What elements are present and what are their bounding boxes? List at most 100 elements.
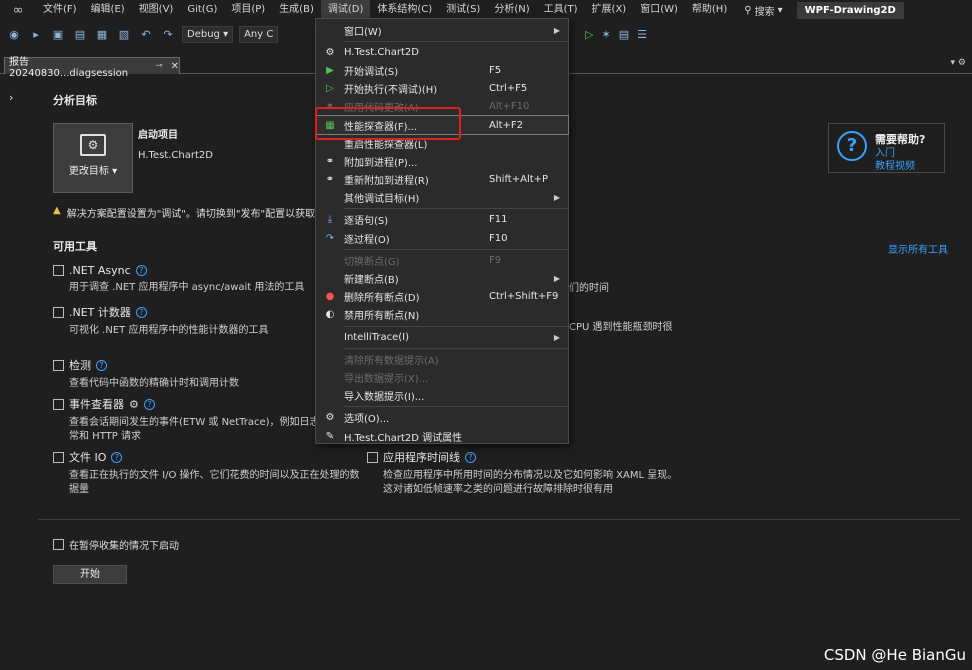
tab-diagsession[interactable]: 报告20240830...diagsession ⊸ ✕ [4, 57, 180, 79]
layout-icon[interactable]: ☰ [637, 28, 647, 41]
back-icon[interactable]: ◉ [6, 28, 22, 41]
debug-menu-item[interactable]: ▷ 开始执行(不调试)(H) Ctrl+F5 [316, 80, 568, 98]
menu-item-label: 禁用所有断点(N) [344, 311, 420, 323]
menu-item-shortcut: F5 [489, 64, 502, 76]
tool-instrumentation: 检测? 查看代码中函数的精确计时和调用计数 [53, 357, 239, 391]
menu-edit[interactable]: 编辑(E) [84, 0, 132, 20]
help-link-tutorial-videos[interactable]: 教程视频 [875, 160, 925, 173]
gear-icon[interactable]: ⚙ [129, 398, 139, 411]
dotnet-async-checkbox[interactable] [53, 265, 64, 276]
tool-name: 事件查看器 [69, 398, 124, 411]
configuration-select[interactable]: Debug ▾ [182, 25, 234, 43]
menu-separator [344, 406, 568, 408]
menu-project[interactable]: 项目(P) [224, 0, 272, 20]
file-io-checkbox[interactable] [53, 451, 64, 463]
menu-architecture[interactable]: 体系结构(C) [370, 0, 439, 20]
menu-analyze[interactable]: 分析(N) [487, 0, 536, 20]
play-outline-icon: ▷ [326, 83, 334, 95]
undo-icon[interactable]: ↶ [138, 28, 154, 41]
configuration-value: Debug [187, 28, 220, 40]
new-item-icon[interactable]: ▣ [50, 28, 66, 41]
platform-select[interactable]: Any C [239, 25, 279, 43]
events-viewer-checkbox[interactable] [53, 398, 64, 410]
search-box[interactable]: ⚲ 搜索 ▾ [744, 3, 782, 18]
open-folder-icon[interactable]: ▤ [72, 28, 88, 41]
menu-item-shortcut: F11 [489, 214, 508, 226]
tab-overflow-icon[interactable]: ▾ ⚙ [951, 58, 966, 68]
debug-menu-item[interactable]: ▶ 开始调试(S) F5 [316, 61, 568, 79]
debug-menu-item[interactable]: ↷ 逐过程(O) F10 [316, 229, 568, 247]
menu-separator [344, 40, 568, 42]
show-all-tools-link[interactable]: 显示所有工具 [888, 241, 948, 256]
info-icon[interactable]: ? [111, 451, 123, 463]
search-label: 搜索 [754, 6, 775, 18]
divider [38, 519, 960, 520]
debug-menu-item[interactable]: ◐ 禁用所有断点(N) [316, 306, 568, 324]
pin-icon[interactable]: ⊸ [155, 61, 163, 71]
forward-icon[interactable]: ▸ [28, 28, 44, 41]
flame-icon[interactable]: ✶ [601, 28, 610, 41]
menu-test[interactable]: 测试(S) [439, 0, 487, 20]
partially-covered-desc: 们的时间 [569, 283, 609, 294]
wrench-icon: ✎ [325, 430, 335, 442]
menu-view[interactable]: 视图(V) [132, 0, 181, 20]
menu-extensions[interactable]: 扩展(X) [585, 0, 634, 20]
menu-item-label: 开始执行(不调试)(H) [344, 85, 438, 97]
debug-menu-item[interactable]: ⚭ 附加到进程(P)... [316, 152, 568, 170]
debug-menu-item[interactable]: ⤓ 逐语句(S) F11 [316, 211, 568, 229]
menu-file[interactable]: 文件(F) [36, 0, 84, 20]
tool-name: .NET 计数器 [69, 306, 131, 319]
platform-value: Any C [244, 28, 274, 40]
menu-window[interactable]: 窗口(W) [633, 0, 685, 20]
start-without-debug-icon[interactable]: ▷ [585, 28, 593, 41]
debug-menu-item[interactable]: 导入数据提示(I)... [316, 387, 568, 405]
save-all-icon[interactable]: ▧ [116, 28, 132, 41]
redo-icon[interactable]: ↷ [160, 28, 176, 41]
help-link-getting-started[interactable]: 入门 [875, 147, 925, 160]
menu-debug[interactable]: 调试(D) [320, 0, 371, 20]
menu-item-shortcut: Alt+F2 [489, 119, 524, 131]
chevron-down-icon: ▾ [777, 4, 783, 16]
info-icon[interactable]: ? [143, 398, 155, 410]
app-timeline-checkbox[interactable] [367, 451, 378, 463]
search-icon: ⚲ [744, 4, 752, 16]
debug-menu-item[interactable]: 其他调试目标(H) ▶ [316, 189, 568, 207]
tool-name: 应用程序时间线 [383, 451, 460, 464]
menu-item-label: 逐语句(S) [344, 216, 389, 228]
menu-build[interactable]: 生成(B) [272, 0, 321, 20]
menu-git[interactable]: Git(G) [180, 0, 224, 20]
debug-menu-item[interactable]: 窗口(W) ▶ [316, 21, 568, 39]
info-icon[interactable]: ? [96, 359, 107, 371]
start-paused-checkbox[interactable] [53, 539, 64, 550]
browser-link-icon[interactable]: ▤ [619, 28, 629, 41]
dotnet-counters-checkbox[interactable] [53, 306, 64, 318]
info-icon[interactable]: ? [135, 265, 147, 276]
menu-item-shortcut: F10 [489, 232, 508, 244]
menu-item-label: 切换断点(G) [344, 256, 400, 268]
start-button[interactable]: 开始 [53, 565, 127, 584]
tool-events-viewer: 事件查看器 ⚙? 查看会话期间发生的事件(ETW 或 NetTrace)，例如日志… [53, 396, 320, 444]
info-icon[interactable]: ? [135, 306, 147, 318]
instrumentation-checkbox[interactable] [53, 359, 64, 371]
tool-desc-2: 这对诸如低帧速率之类的问题进行故障排除时很有用 [383, 484, 613, 495]
change-target-button[interactable]: ⚙ 更改目标 ▾ [53, 123, 133, 193]
debug-menu-item[interactable]: IntelliTrace(I) ▶ [316, 328, 568, 346]
expand-chevron-icon[interactable]: › [9, 91, 13, 104]
gear-icon: ⚙ [325, 412, 335, 424]
visual-studio-logo-icon: ∞ [12, 2, 24, 18]
debug-menu-item[interactable]: ● 删除所有断点(D) Ctrl+Shift+F9 [316, 288, 568, 306]
menu-item-label: 逐过程(O) [344, 234, 390, 246]
menu-tools[interactable]: 工具(T) [537, 0, 585, 20]
menu-help[interactable]: 帮助(H) [685, 0, 734, 20]
step-over-icon: ↷ [325, 232, 335, 244]
debug-menu-item[interactable]: ⚙ H.Test.Chart2D [316, 43, 568, 61]
menu-separator [344, 248, 568, 250]
info-icon[interactable]: ? [465, 451, 476, 463]
close-icon[interactable]: ✕ [171, 61, 179, 72]
debug-menu-item[interactable]: ⚭ 重新附加到进程(R) Shift+Alt+P [316, 171, 568, 189]
menu-item-label: H.Test.Chart2D [344, 46, 419, 58]
debug-menu-item[interactable]: ✎ H.Test.Chart2D 调试属性 [316, 427, 568, 445]
debug-menu-item[interactable]: 新建断点(B) ▶ [316, 269, 568, 287]
debug-menu-item[interactable]: ⚙ 选项(O)... [316, 409, 568, 427]
save-icon[interactable]: ▦ [94, 28, 110, 41]
